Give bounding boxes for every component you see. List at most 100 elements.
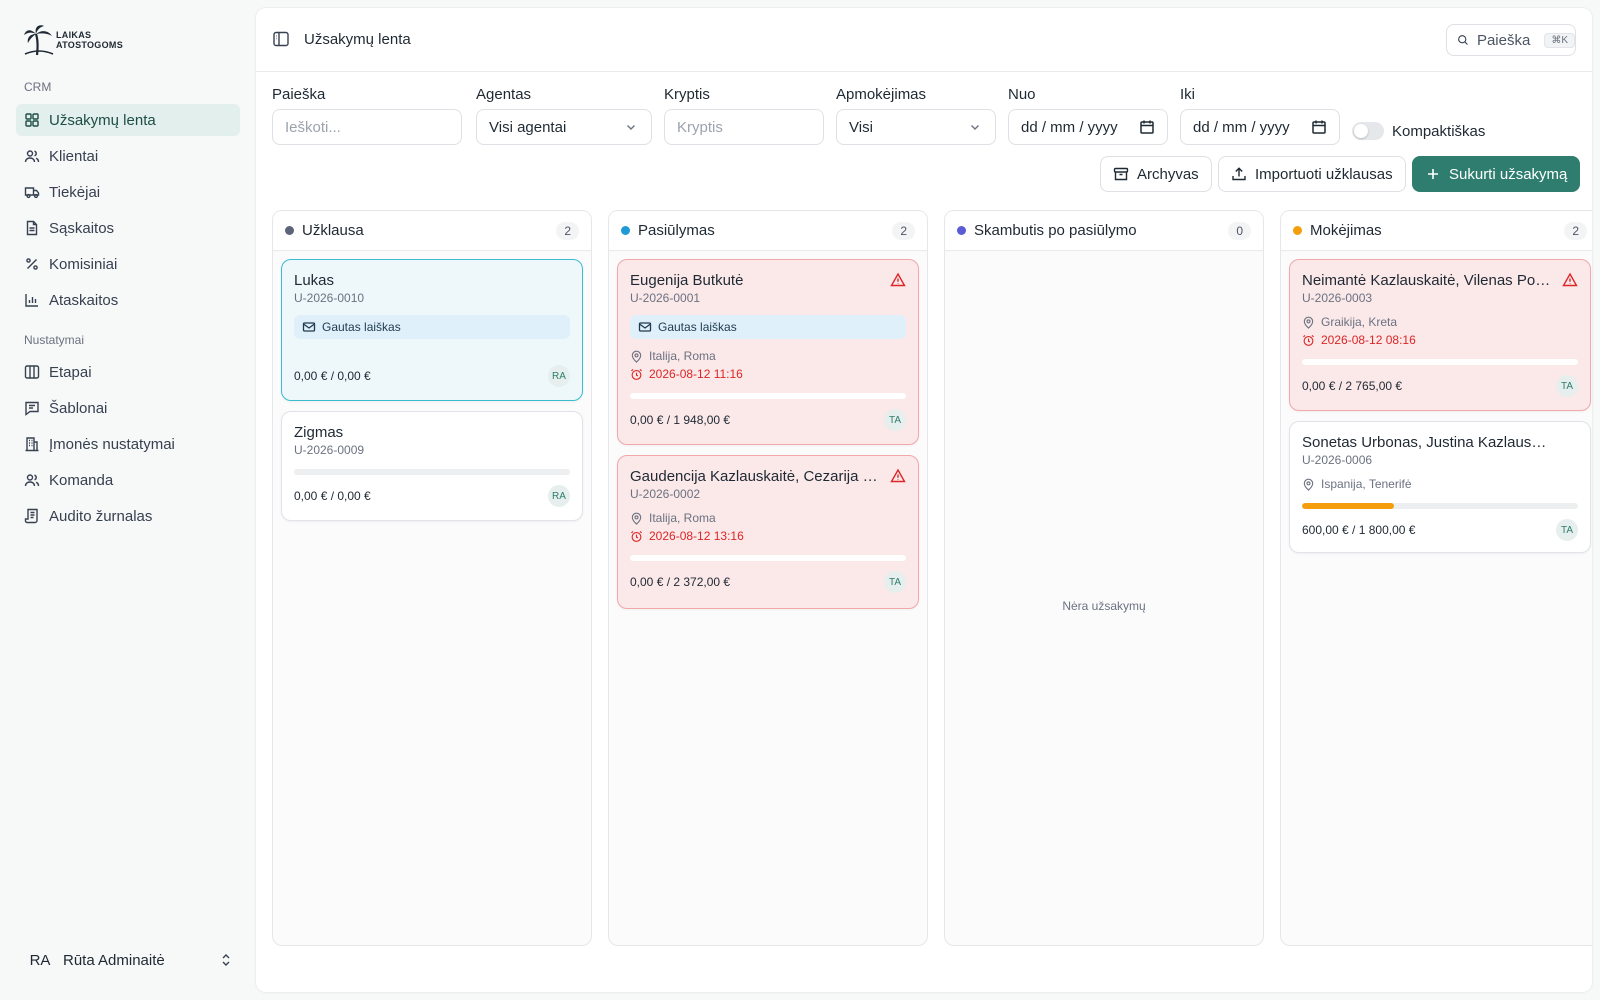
sidebar-item-label: Ataskaitos: [49, 291, 119, 309]
date-to-input[interactable]: dd / mm / yyyy: [1180, 109, 1340, 145]
destination-text: Graikija, Kreta: [1321, 315, 1398, 329]
sidebar-item-team[interactable]: Komanda: [16, 464, 240, 496]
agent-select[interactable]: Visi agentai: [476, 109, 652, 145]
deadline: 2026-08-12 08:16: [1302, 333, 1578, 347]
empty-column-text: Nėra užsakymų: [1062, 599, 1146, 613]
payment-progress: [1302, 359, 1578, 365]
global-search-label: Paieška: [1476, 31, 1531, 49]
grid-icon: [25, 113, 39, 127]
compact-label: Kompaktiškas: [1392, 122, 1486, 140]
order-card[interactable]: Gaudencija Kazlauskaitė, Cezarija Pet… U…: [617, 455, 919, 609]
amount-paid-total: 0,00 € / 0,00 €: [294, 489, 371, 503]
calendar-icon[interactable]: [1139, 119, 1155, 135]
calendar-icon[interactable]: [1311, 119, 1327, 135]
board-column-offer: Pasiūlymas 2 Eugenija Butkutė U-2026-000…: [608, 210, 928, 946]
main-panel: Užsakymų lenta Paieška ⌘K Paieška Ieškot…: [256, 8, 1592, 992]
filter-agent: Agentas Visi agentai: [476, 86, 652, 145]
sidebar-item-company-settings[interactable]: Įmonės nustatymai: [16, 428, 240, 460]
order-code: U-2026-0003: [1302, 291, 1373, 305]
log-icon: [24, 508, 38, 524]
logo-line-1: LAIKAS: [56, 30, 92, 40]
order-card[interactable]: Zigmas U-2026-0009 0,00 € / 0,00 € RA: [281, 411, 583, 521]
brand-logo[interactable]: LAIKAS ATOSTOGOMS: [24, 24, 123, 56]
payment-select[interactable]: Visi: [836, 109, 996, 145]
date-from-input[interactable]: dd / mm / yyyy: [1008, 109, 1168, 145]
top-bar: Užsakymų lenta Paieška ⌘K: [256, 8, 1592, 72]
search-input[interactable]: Ieškoti...: [272, 109, 462, 145]
column-title: Pasiūlymas: [638, 222, 715, 239]
sidebar-item-commissions[interactable]: Komisiniai: [16, 248, 240, 280]
sidebar-item-label: Klientai: [49, 147, 99, 165]
global-search-button[interactable]: Paieška ⌘K: [1446, 24, 1576, 56]
order-card[interactable]: Lukas U-2026-0010 Gautas laiškas 0,00 € …: [281, 259, 583, 401]
compact-toggle[interactable]: Kompaktiškas: [1352, 122, 1485, 140]
shortcut-hint: ⌘K: [1544, 32, 1575, 48]
sidebar-item-audit-log[interactable]: Audito žurnalas: [16, 500, 240, 532]
tag-label: Gautas laiškas: [658, 320, 737, 334]
sidebar-toggle-icon[interactable]: [272, 30, 290, 48]
sidebar: LAIKAS ATOSTOGOMS CRM Užsakymų lenta Kli…: [0, 0, 256, 1000]
client-name: Sonetas Urbonas, Justina Kazlauskienė: [1302, 434, 1568, 451]
map-pin-icon: [1303, 478, 1314, 491]
column-header: Skambutis po pasiūlymo 0: [945, 211, 1263, 251]
board-column-follow-up-call: Skambutis po pasiūlymo 0 Nėra užsakymų: [944, 210, 1264, 946]
user-menu[interactable]: RA Rūta Adminaitė: [24, 944, 234, 976]
sidebar-item-stages[interactable]: Etapai: [16, 356, 240, 388]
create-order-button[interactable]: Sukurti užsakymą: [1412, 156, 1581, 192]
column-count: 2: [1564, 221, 1587, 240]
agent-badge: TA: [884, 409, 906, 431]
card-footer: 0,00 € / 2 372,00 € TA: [630, 571, 906, 593]
search-icon: [1458, 35, 1468, 45]
compact-switch[interactable]: [1352, 122, 1384, 140]
archive-button-label: Archyvas: [1137, 165, 1199, 183]
card-footer: 0,00 € / 1 948,00 € TA: [630, 409, 906, 431]
client-name: Gaudencija Kazlauskaitė, Cezarija Pet…: [630, 468, 901, 485]
column-count: 0: [1228, 221, 1251, 240]
warning-triangle-icon: [1562, 272, 1578, 287]
sidebar-section-crm: CRM: [24, 80, 52, 94]
payment-progress: [630, 555, 906, 561]
sidebar-item-label: Audito žurnalas: [49, 507, 153, 525]
card-footer: 0,00 € / 0,00 € RA: [294, 485, 570, 507]
column-count: 2: [892, 221, 915, 240]
filter-label: Apmokėjimas: [836, 86, 927, 103]
stage-dot: [1293, 226, 1302, 235]
sidebar-item-templates[interactable]: Šablonai: [16, 392, 240, 424]
amount-paid-total: 0,00 € / 2 372,00 €: [630, 575, 731, 589]
mail-icon: [302, 322, 316, 332]
import-inquiries-button[interactable]: Importuoti užklausas: [1218, 156, 1406, 192]
order-card[interactable]: Sonetas Urbonas, Justina Kazlauskienė U-…: [1289, 421, 1591, 553]
client-name: Lukas: [294, 272, 335, 289]
sidebar-item-orders-board[interactable]: Užsakymų lenta: [16, 104, 240, 136]
filter-payment: Apmokėjimas Visi: [836, 86, 996, 145]
agent-badge: TA: [884, 571, 906, 593]
percent-icon: [26, 258, 38, 270]
email-received-tag: Gautas laiškas: [630, 315, 906, 339]
archive-button[interactable]: Archyvas: [1100, 156, 1212, 192]
message-icon: [25, 401, 39, 416]
filter-direction: Kryptis Kryptis: [664, 86, 824, 145]
sidebar-crm-list: Užsakymų lenta Klientai Tiekėjai Sąskait…: [16, 104, 240, 320]
direction-input[interactable]: Kryptis: [664, 109, 824, 145]
amount-paid-total: 0,00 € / 0,00 €: [294, 369, 371, 383]
filter-date-from: Nuo dd / mm / yyyy: [1008, 86, 1168, 145]
truck-icon: [24, 187, 40, 199]
destination-text: Italija, Roma: [649, 349, 716, 363]
stage-dot: [957, 226, 966, 235]
users-icon: [24, 150, 40, 163]
sidebar-item-clients[interactable]: Klientai: [16, 140, 240, 172]
amount-paid-total: 0,00 € / 2 765,00 €: [1302, 379, 1403, 393]
chevrons-up-down-icon: [222, 954, 230, 966]
order-card[interactable]: Neimantė Kazlauskaitė, Vilenas Pocius U-…: [1289, 259, 1591, 411]
alarm-clock-icon: [1303, 334, 1314, 346]
sidebar-item-invoices[interactable]: Sąskaitos: [16, 212, 240, 244]
warning-triangle-icon: [890, 468, 906, 483]
card-footer: 0,00 € / 0,00 € RA: [294, 365, 570, 387]
palm-tree-icon: [24, 25, 54, 56]
client-name: Zigmas: [294, 424, 344, 441]
order-card[interactable]: Eugenija Butkutė U-2026-0001 Gautas laiš…: [617, 259, 919, 445]
agent-badge: RA: [548, 365, 570, 387]
agent-select-value: Visi agentai: [489, 118, 567, 136]
sidebar-item-reports[interactable]: Ataskaitos: [16, 284, 240, 316]
sidebar-item-suppliers[interactable]: Tiekėjai: [16, 176, 240, 208]
